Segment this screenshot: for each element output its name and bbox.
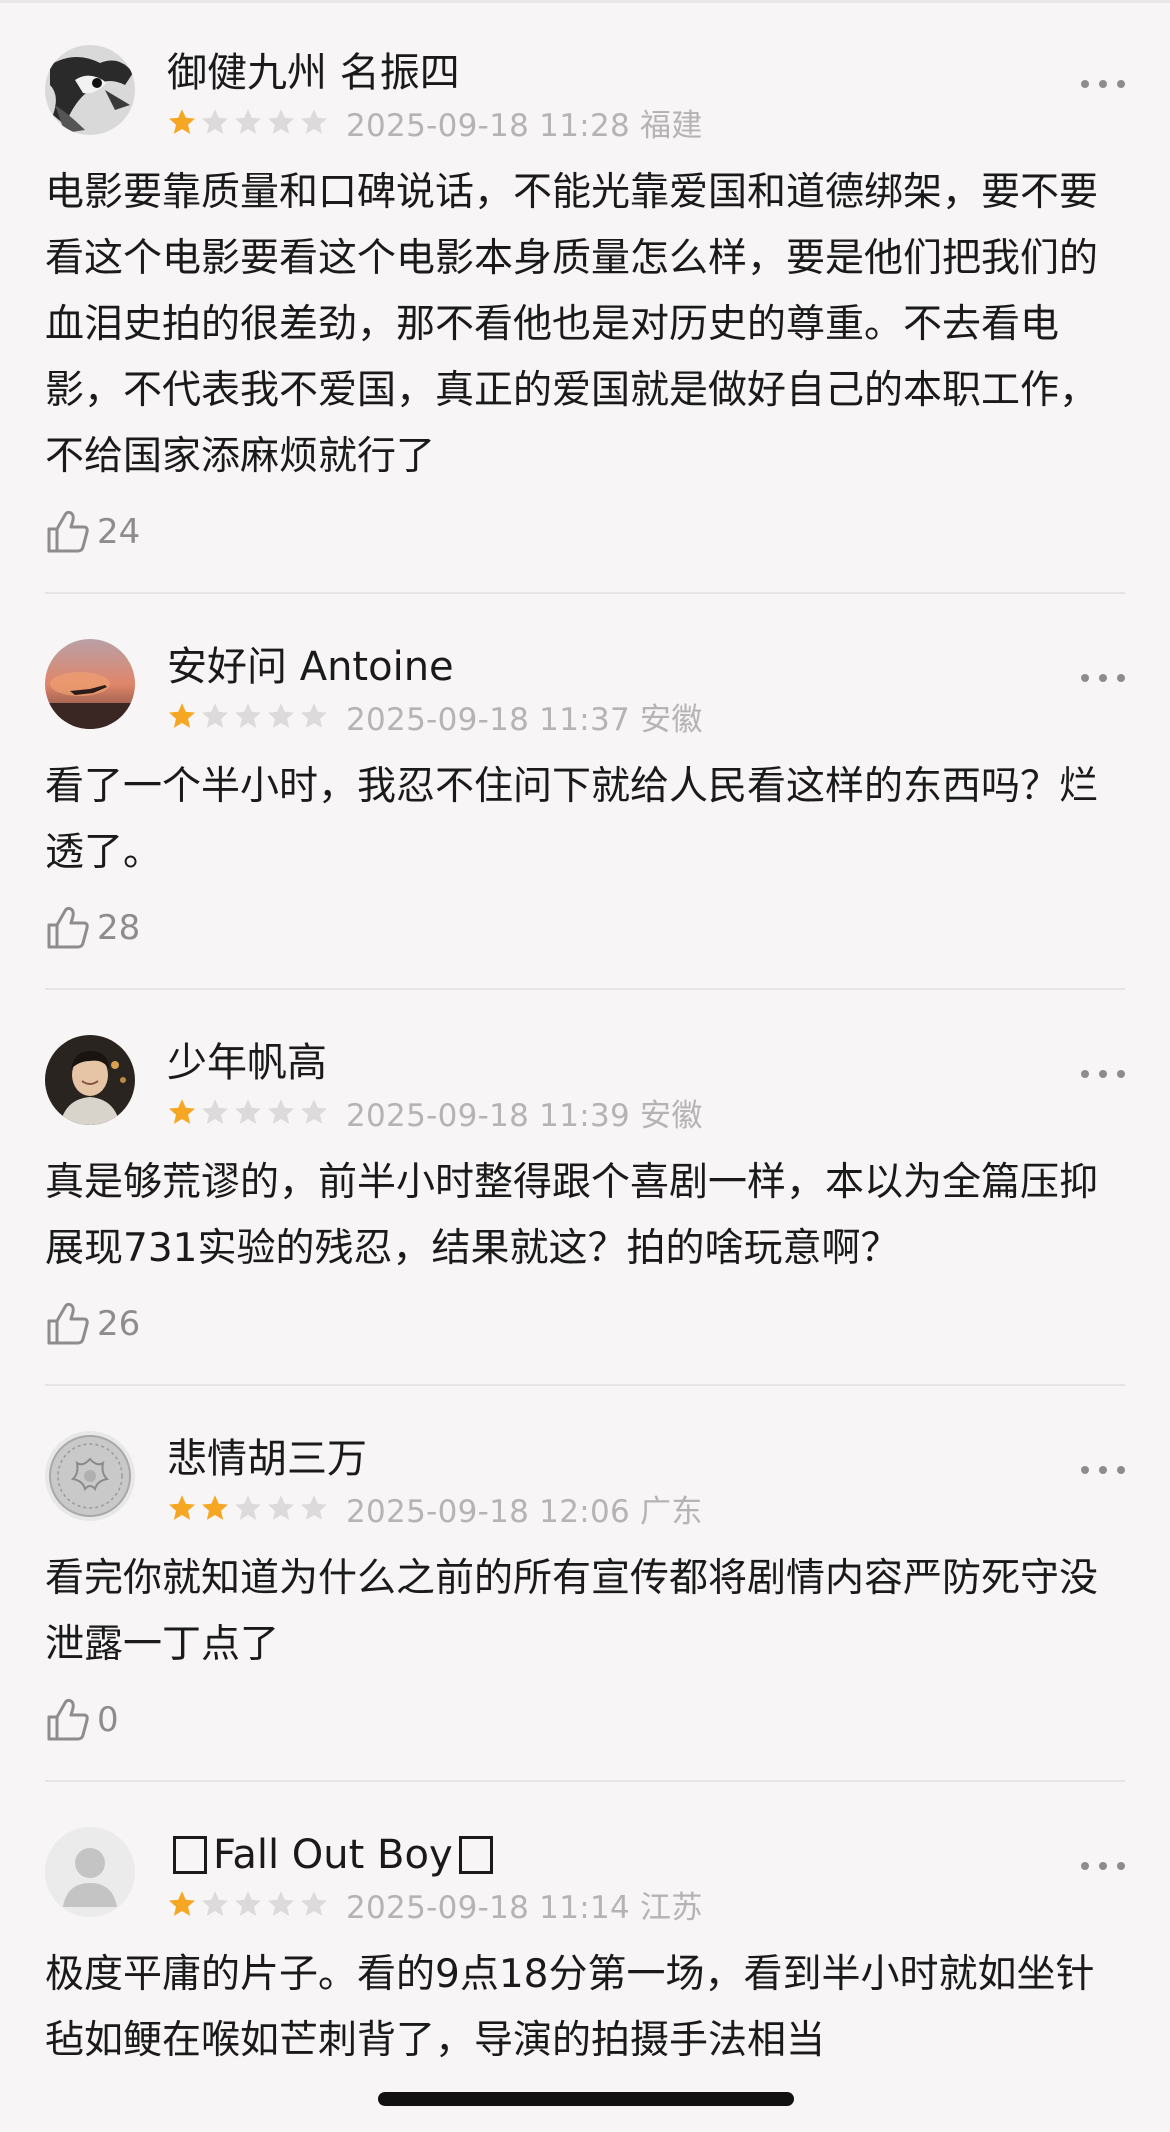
star-icon	[169, 703, 195, 728]
avatar[interactable]	[45, 1827, 135, 1917]
star-icon	[268, 1495, 294, 1520]
thumbs-up-icon	[47, 1302, 89, 1345]
review-location: 广东	[640, 1493, 703, 1530]
review-date: 2025-09-18	[346, 1493, 530, 1530]
star-icon	[202, 1099, 228, 1124]
star-icon	[235, 703, 261, 728]
star-icon	[202, 703, 228, 728]
more-options-button[interactable]	[1081, 74, 1125, 94]
review-location: 安徽	[640, 1097, 703, 1134]
star-icon	[235, 1891, 261, 1916]
username[interactable]: 御健九州 名振四	[167, 48, 460, 98]
review-meta: 2025-09-18 11:14 江苏	[167, 1886, 713, 1926]
review-date: 2025-09-18	[346, 1097, 530, 1134]
home-indicator[interactable]	[378, 2092, 794, 2106]
star-icon	[235, 1099, 261, 1124]
review-card: Fall Out Boy 2025-09-18 11:14 江苏 极度平庸的片子。看…	[45, 1782, 1125, 2074]
thumbs-up-icon	[47, 510, 89, 553]
more-dots-icon	[1081, 674, 1089, 682]
more-options-button[interactable]	[1081, 668, 1125, 688]
more-dots-icon	[1081, 1862, 1089, 1870]
like-count: 0	[97, 1700, 119, 1740]
unknown-glyph-icon	[458, 1836, 493, 1874]
review-feed: 御健九州 名振四 2025-09-18 11:28 福建 电影要靠质量和口碑说话，不…	[0, 0, 1170, 2074]
review-date: 2025-09-18	[346, 1889, 530, 1926]
review-meta: 2025-09-18 11:39 安徽	[167, 1094, 713, 1134]
review-meta: 2025-09-18 12:06 广东	[167, 1490, 713, 1530]
star-icon	[268, 1891, 294, 1916]
review-location: 安徽	[640, 701, 703, 738]
star-icon	[169, 1495, 195, 1520]
more-dots-icon	[1081, 1466, 1089, 1474]
review-time: 11:28	[539, 107, 631, 144]
review-content: 真是够荒谬的，前半小时整得跟个喜剧一样，本以为全篇压抑展现731实验的残忍，结果…	[45, 1160, 1099, 1271]
star-rating	[167, 1889, 332, 1919]
star-icon	[301, 1891, 327, 1916]
star-icon	[301, 1099, 327, 1124]
star-icon	[235, 109, 261, 134]
star-icon	[235, 1495, 261, 1520]
star-icon	[169, 109, 195, 134]
like-button[interactable]: 26	[45, 1294, 1125, 1354]
username-text: Fall Out Boy	[213, 1832, 453, 1878]
star-icon	[301, 703, 327, 728]
avatar[interactable]	[45, 639, 135, 729]
star-icon	[202, 1891, 228, 1916]
username[interactable]: 少年帆高	[167, 1038, 327, 1088]
like-button[interactable]: 28	[45, 898, 1125, 958]
star-icon	[202, 1495, 228, 1520]
review-date: 2025-09-18	[346, 701, 530, 738]
review-content: 看了一个半小时，我忍不住问下就给人民看这样的东西吗？烂透了。	[45, 764, 1099, 875]
more-dots-icon	[1081, 80, 1089, 88]
like-button[interactable]: 0	[45, 1690, 1125, 1750]
review-location: 江苏	[640, 1889, 703, 1926]
like-count: 24	[97, 512, 141, 552]
review-meta: 2025-09-18 11:37 安徽	[167, 698, 713, 738]
review-card: 少年帆高 2025-09-18 11:39 安徽 真是够荒谬的，前半小时整得跟个喜剧…	[45, 990, 1125, 1386]
review-location: 福建	[640, 107, 703, 144]
star-icon	[268, 109, 294, 134]
unknown-glyph-icon	[173, 1836, 207, 1874]
star-icon	[268, 1099, 294, 1124]
review-time: 12:06	[539, 1493, 631, 1530]
avatar[interactable]	[45, 1035, 135, 1125]
star-icon	[301, 109, 327, 134]
more-options-button[interactable]	[1081, 1064, 1125, 1084]
thumbs-up-icon	[47, 906, 89, 949]
review-card: 安好问 Antoine 2025-09-18 11:37 安徽 看了一个半小时，我忍…	[45, 594, 1125, 990]
review-content: 极度平庸的片子。看的9点18分第一场，看到半小时就如坐针毡如鲠在喉如芒刺背了，导…	[45, 1952, 1095, 2063]
star-rating	[167, 107, 332, 137]
star-icon	[202, 109, 228, 134]
like-count: 28	[97, 908, 141, 948]
like-count: 26	[97, 1304, 141, 1344]
review-date: 2025-09-18	[346, 107, 530, 144]
review-time: 11:37	[539, 701, 631, 738]
review-time: 11:39	[539, 1097, 631, 1134]
review-time: 11:14	[539, 1889, 631, 1926]
star-rating	[167, 701, 332, 731]
star-rating	[167, 1097, 332, 1127]
star-icon	[169, 1891, 195, 1916]
more-dots-icon	[1081, 1070, 1089, 1078]
like-button[interactable]: 24	[45, 502, 1125, 562]
username[interactable]: Fall Out Boy	[167, 1830, 499, 1880]
thumbs-up-icon	[47, 1698, 89, 1741]
more-options-button[interactable]	[1081, 1856, 1125, 1876]
more-options-button[interactable]	[1081, 1460, 1125, 1480]
review-card: 悲情胡三万 2025-09-18 12:06 广东 看完你就知道为什么之前的所有宣传…	[45, 1386, 1125, 1782]
avatar[interactable]	[45, 1431, 135, 1521]
star-rating	[167, 1493, 332, 1523]
star-icon	[169, 1099, 195, 1124]
review-meta: 2025-09-18 11:28 福建	[167, 104, 713, 144]
username[interactable]: 安好问 Antoine	[167, 642, 454, 692]
review-card: 御健九州 名振四 2025-09-18 11:28 福建 电影要靠质量和口碑说话，不…	[45, 0, 1125, 594]
star-icon	[301, 1495, 327, 1520]
avatar[interactable]	[45, 45, 135, 135]
star-icon	[268, 703, 294, 728]
username[interactable]: 悲情胡三万	[167, 1434, 367, 1484]
review-content: 看完你就知道为什么之前的所有宣传都将剧情内容严防死守没泄露一丁点了	[45, 1556, 1099, 1667]
